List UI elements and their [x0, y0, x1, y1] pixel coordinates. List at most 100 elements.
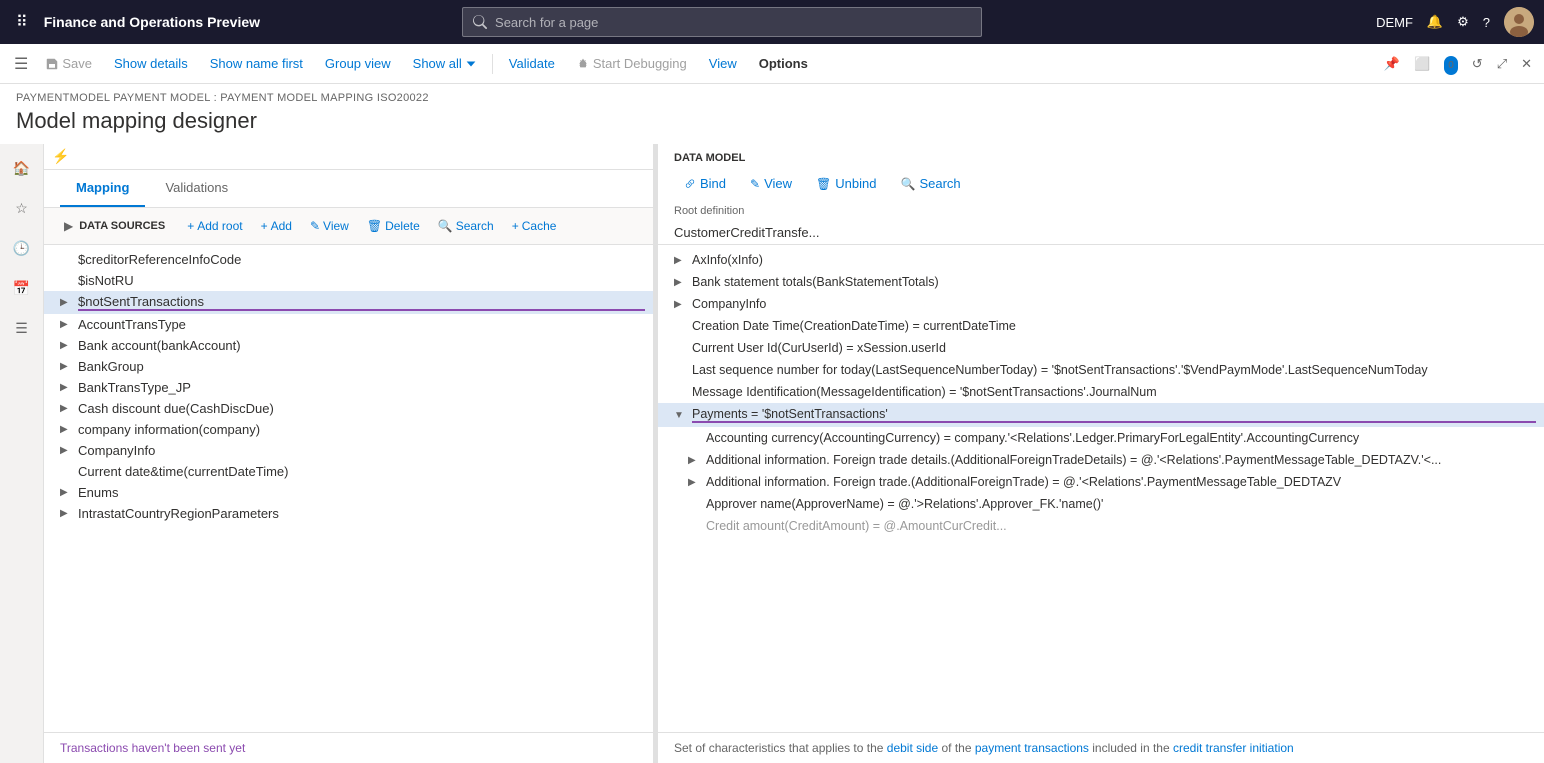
- breadcrumb-area: PAYMENTMODEL PAYMENT MODEL : PAYMENT MOD…: [0, 84, 1544, 144]
- tree-item-company[interactable]: ▶ company information(company): [44, 419, 653, 440]
- dm-footer-text: Set of characteristics that applies to t…: [674, 741, 1294, 755]
- save-label: Save: [62, 56, 92, 71]
- dm-item-accounting[interactable]: Accounting currency(AccountingCurrency) …: [658, 427, 1544, 449]
- close-icon[interactable]: ✕: [1517, 52, 1536, 76]
- dm-item-credit[interactable]: Credit amount(CreditAmount) = @.AmountCu…: [658, 515, 1544, 537]
- datasources-title: DATA SOURCES: [79, 220, 165, 232]
- unbind-button[interactable]: 🗑 Unbind: [806, 172, 886, 195]
- right-icons: DEMF 🔔 ⚙ ?: [1376, 7, 1534, 37]
- tree-item-currentdate[interactable]: Current date&time(currentDateTime): [44, 461, 653, 482]
- validate-label: Validate: [509, 56, 555, 71]
- settings-icon[interactable]: ⚙: [1457, 14, 1469, 30]
- sidebar-list-icon[interactable]: ☰: [6, 312, 38, 344]
- refresh-icon[interactable]: ↺: [1468, 52, 1487, 76]
- dm-actions: Bind ✎ View 🗑 Unbind 🔍 Search: [674, 172, 1528, 195]
- expand-icon: ▶: [688, 455, 702, 466]
- sidebar-star-icon[interactable]: ☆: [6, 192, 38, 224]
- tree-item-accounttrans[interactable]: ▶ AccountTransType: [44, 314, 653, 335]
- tree-item-bankaccount[interactable]: ▶ Bank account(bankAccount): [44, 335, 653, 356]
- hamburger-icon[interactable]: ☰: [8, 48, 34, 80]
- dm-item-lastseq[interactable]: Last sequence number for today(LastSeque…: [658, 359, 1544, 381]
- group-view-label: Group view: [325, 56, 391, 71]
- dm-item-label: Bank statement totals(BankStatementTotal…: [692, 275, 1536, 289]
- dm-item-axinfo[interactable]: ▶ AxInfo(xInfo): [658, 249, 1544, 271]
- dm-item-bankstatement[interactable]: ▶ Bank statement totals(BankStatementTot…: [658, 271, 1544, 293]
- add-root-button[interactable]: + Add root: [179, 216, 250, 236]
- notification-icon[interactable]: 🔔: [1427, 14, 1443, 30]
- main-content: 🏠 ☆ 🕒 📅 ☰ ⚡ Mapping Validations ▶ DATA S…: [0, 144, 1544, 763]
- cache-button[interactable]: + Cache: [504, 216, 565, 236]
- view-dm-button[interactable]: ✎ View: [740, 172, 802, 195]
- pin-icon[interactable]: 📌: [1380, 52, 1404, 76]
- dm-item-currentuser[interactable]: Current User Id(CurUserId) = xSession.us…: [658, 337, 1544, 359]
- expand-icon: ▶: [674, 255, 688, 266]
- tab-mapping[interactable]: Mapping: [60, 170, 145, 207]
- options-button[interactable]: Options: [749, 52, 818, 75]
- avatar[interactable]: [1504, 7, 1534, 37]
- maximize-icon[interactable]: ⤢: [1493, 52, 1511, 76]
- tree-item-bankgroup[interactable]: ▶ BankGroup: [44, 356, 653, 377]
- badge-icon[interactable]: 0: [1440, 52, 1462, 75]
- tree-item-enums[interactable]: ▶ Enums: [44, 482, 653, 503]
- dm-item-label: Credit amount(CreditAmount) = @.AmountCu…: [706, 519, 1536, 533]
- dm-item-msgident[interactable]: Message Identification(MessageIdentifica…: [658, 381, 1544, 403]
- add-button[interactable]: + Add: [253, 216, 300, 236]
- root-definition-value: CustomerCreditTransfe...: [658, 221, 1544, 245]
- start-debugging-button[interactable]: Start Debugging: [567, 52, 697, 75]
- start-debugging-label: Start Debugging: [593, 56, 687, 71]
- tabs: Mapping Validations: [44, 170, 653, 208]
- tree-item-banktranstype[interactable]: ▶ BankTransType_JP: [44, 377, 653, 398]
- dm-item-label: Accounting currency(AccountingCurrency) …: [706, 431, 1536, 445]
- tree-item-label: $creditorReferenceInfoCode: [78, 252, 645, 267]
- dm-item-payments[interactable]: ▼ Payments = '$notSentTransactions': [658, 403, 1544, 427]
- tree-item-label: IntrastatCountryRegionParameters: [78, 506, 645, 521]
- filter-icon[interactable]: ⚡: [52, 148, 69, 165]
- dm-item-label: Current User Id(CurUserId) = xSession.us…: [692, 341, 1536, 355]
- tree-item-isnotru[interactable]: $isNotRU: [44, 270, 653, 291]
- save-button[interactable]: Save: [36, 52, 102, 75]
- tree-item-companyinfo[interactable]: ▶ CompanyInfo: [44, 440, 653, 461]
- tab-validations[interactable]: Validations: [149, 170, 244, 207]
- view-ds-button[interactable]: ✎ View: [302, 216, 357, 236]
- expand-icon[interactable]: ⬜: [1410, 52, 1434, 76]
- bind-button[interactable]: Bind: [674, 172, 736, 195]
- dm-footer: Set of characteristics that applies to t…: [658, 732, 1544, 763]
- show-details-button[interactable]: Show details: [104, 52, 198, 75]
- sidebar-home-icon[interactable]: 🏠: [6, 152, 38, 184]
- expand-icon: ▶: [60, 508, 74, 519]
- search-icon: [473, 15, 487, 29]
- view-dm-label: View: [764, 176, 792, 191]
- tree-item-creditor[interactable]: $creditorReferenceInfoCode: [44, 249, 653, 270]
- view-button[interactable]: View: [699, 52, 747, 75]
- show-all-label: Show all: [413, 56, 462, 71]
- group-view-button[interactable]: Group view: [315, 52, 401, 75]
- datasources-collapse-btn[interactable]: ▶: [60, 217, 77, 235]
- tree-item-label: Enums: [78, 485, 645, 500]
- toolbar: ☰ Save Show details Show name first Grou…: [0, 44, 1544, 84]
- sidebar-calendar-icon[interactable]: 📅: [6, 272, 38, 304]
- expand-icon: ▶: [688, 477, 702, 488]
- sidebar-history-icon[interactable]: 🕒: [6, 232, 38, 264]
- search-placeholder: Search for a page: [495, 15, 598, 30]
- datasources-header: ▶ DATA SOURCES + Add root + Add ✎ View 🗑…: [44, 208, 653, 245]
- dm-section-title: DATA MODEL: [674, 152, 1528, 164]
- search-ds-button[interactable]: 🔍 Search: [430, 216, 502, 236]
- help-icon[interactable]: ?: [1483, 15, 1490, 30]
- dm-item-addlinfo-detail[interactable]: ▶ Additional information. Foreign trade …: [658, 449, 1544, 471]
- delete-ds-button[interactable]: 🗑 Delete: [359, 216, 428, 236]
- validate-button[interactable]: Validate: [499, 52, 565, 75]
- dm-item-approver[interactable]: Approver name(ApproverName) = @.'>Relati…: [658, 493, 1544, 515]
- dm-item-label: Payments = '$notSentTransactions': [692, 407, 1536, 423]
- tree-item-cashdiscount[interactable]: ▶ Cash discount due(CashDiscDue): [44, 398, 653, 419]
- show-name-first-button[interactable]: Show name first: [200, 52, 313, 75]
- search-bar[interactable]: Search for a page: [462, 7, 982, 37]
- search-dm-button[interactable]: 🔍 Search: [890, 172, 970, 195]
- tree-item-intrastat[interactable]: ▶ IntrastatCountryRegionParameters: [44, 503, 653, 524]
- dm-item-creationdate[interactable]: Creation Date Time(CreationDateTime) = c…: [658, 315, 1544, 337]
- show-all-button[interactable]: Show all: [403, 52, 486, 75]
- dm-item-companyinfo[interactable]: ▶ CompanyInfo: [658, 293, 1544, 315]
- dm-item-addlinfo[interactable]: ▶ Additional information. Foreign trade.…: [658, 471, 1544, 493]
- tree-item-notsent[interactable]: ▶ $notSentTransactions: [44, 291, 653, 314]
- dm-footer-highlight-1: debit side: [887, 741, 938, 755]
- app-grid-icon[interactable]: ⠿: [10, 6, 34, 38]
